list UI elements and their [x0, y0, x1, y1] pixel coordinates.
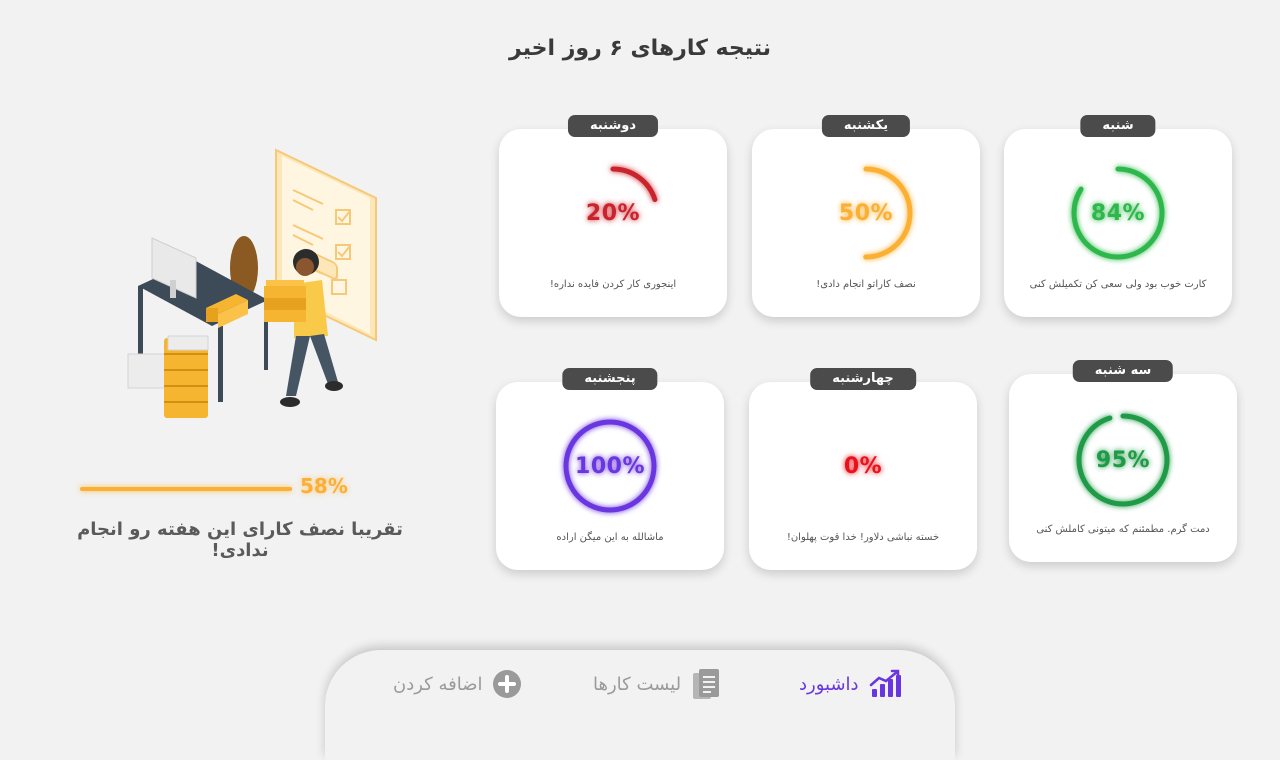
day-label: سه شنبه [1072, 360, 1174, 382]
progress-ring: 95% [1073, 410, 1173, 510]
day-label: دوشنبه [567, 115, 659, 137]
day-message: اینجوری کار کردن فایده نداره! [549, 279, 677, 290]
weekly-percent: 58% [300, 474, 348, 498]
progress-ring: 0% [813, 416, 913, 516]
day-message: دمت گرم. مطمئنم که میتونی کاملش کنی [1036, 524, 1210, 535]
nav-dashboard[interactable]: داشبورد [799, 664, 903, 704]
day-card-thu: پنجشنبه 100% ماشالله به این میگن اراده [496, 368, 724, 570]
day-label: یکشنبه [821, 115, 911, 137]
progress-ring: 100% [560, 416, 660, 516]
day-percent: 0% [843, 453, 883, 479]
day-label: شنبه [1080, 115, 1156, 137]
nav-task-list-label: لیست کارها [593, 673, 682, 695]
progress-ring: 20% [563, 163, 663, 263]
day-label: چهارشنبه [810, 368, 916, 390]
day-card-sat: شنبه 84% کارت خوب بود ولی سعی کن تکمیلش … [1004, 115, 1232, 317]
day-percent: 20% [585, 200, 641, 226]
nav-dashboard-label: داشبورد [799, 673, 859, 695]
day-card-mon: دوشنبه 20% اینجوری کار کردن فایده نداره! [499, 115, 727, 317]
nav-task-list[interactable]: لیست کارها [593, 664, 721, 704]
day-percent: 95% [1095, 447, 1151, 473]
day-percent: 100% [575, 453, 645, 479]
day-message: کارت خوب بود ولی سعی کن تکمیلش کنی [1029, 279, 1207, 290]
bottom-navbar: داشبورد لیست کارها اضافه کردن [325, 650, 955, 760]
weekly-progress-bar [80, 487, 292, 491]
page-title: نتیجه کارهای ۶ روز اخیر [509, 36, 771, 61]
day-message: ماشالله به این میگن اراده [556, 532, 664, 543]
day-card-wed: چهارشنبه 0% خسته نباشی دلاور! خدا قوت په… [749, 368, 977, 570]
day-message: نصف کاراتو انجام دادی! [816, 279, 916, 290]
weekly-message: تقریبا نصف کارای این هفته رو انجام ندادی… [77, 519, 403, 561]
nav-add[interactable]: اضافه کردن [393, 664, 522, 704]
day-percent: 84% [1090, 200, 1146, 226]
day-message: خسته نباشی دلاور! خدا قوت پهلوان! [786, 532, 940, 543]
day-card-sun: یکشنبه 50% نصف کاراتو انجام دادی! [752, 115, 980, 317]
document-list-icon [691, 667, 721, 701]
day-card-tue: سه شنبه 95% دمت گرم. مطمئنم که میتونی کا… [1009, 360, 1237, 562]
day-label: پنجشنبه [562, 368, 658, 390]
plus-circle-icon [492, 669, 522, 699]
progress-ring: 84% [1068, 163, 1168, 263]
chart-trend-icon [869, 669, 903, 699]
progress-ring: 50% [816, 163, 916, 263]
nav-add-label: اضافه کردن [393, 673, 483, 695]
day-percent: 50% [838, 200, 894, 226]
office-worker-illustration [118, 140, 388, 420]
